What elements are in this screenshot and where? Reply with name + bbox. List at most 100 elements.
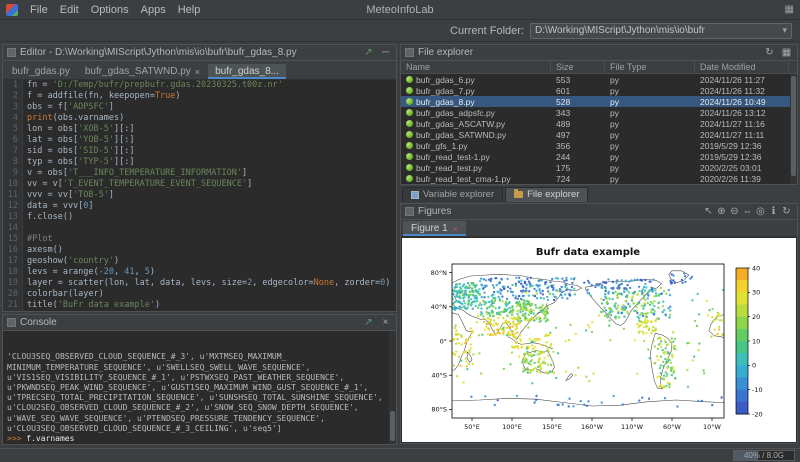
table-row[interactable]: bufr_gdas_7.py601py2024/11/26 11:32 [401, 85, 797, 96]
python-file-icon [406, 131, 413, 138]
console-output-line: u'CLOU3SEQ_OBSERVED_CLOUD_SEQUENCE_#_3_C… [7, 424, 386, 434]
dropdown-arrow-icon[interactable]: ▾ [782, 25, 787, 36]
svg-text:100°E: 100°E [502, 423, 522, 431]
pan-icon[interactable]: ⇔ [741, 206, 754, 217]
view-mode-icon[interactable]: ▦ [780, 47, 793, 58]
menu-edit[interactable]: Edit [54, 3, 85, 17]
tab-close-icon[interactable]: × [195, 67, 200, 77]
table-row[interactable]: bufr_gdas_SATWND.py497py2024/11/27 11:11 [401, 129, 797, 140]
code-text [23, 223, 27, 234]
code-text: typ = obs['TYP-5'][:] [23, 157, 135, 168]
refresh-icon[interactable]: ↻ [763, 47, 776, 58]
menu-options[interactable]: Options [85, 3, 135, 17]
code-text: vv = v['T_EVENT_TEMPERATURE_EVENT_SEQUEN… [23, 179, 252, 190]
line-number: 8 [3, 157, 23, 168]
table-row[interactable]: bufr_read_test.py175py2020/2/25 03:01 [401, 162, 797, 173]
file-size-cell: 356 [551, 141, 605, 151]
code-editor[interactable]: 1fn = 'D:/Temp/bufr/prepbufr.gdas.202303… [3, 80, 396, 311]
svg-text:10: 10 [752, 337, 760, 345]
file-name-cell: bufr_gdas_6.py [401, 75, 551, 85]
zoom-in-icon[interactable]: ⊕ [715, 206, 728, 217]
table-row[interactable]: bufr_gdas_adpsfc.py343py2024/11/26 13:12 [401, 107, 797, 118]
file-type-cell: py [605, 119, 695, 129]
explorer-tab-label: File explorer [527, 189, 579, 200]
zoom-out-icon[interactable]: ⊖ [728, 206, 741, 217]
file-table-body: bufr_gdas_6.py553py2024/11/26 11:27bufr_… [401, 74, 797, 184]
line-number: 14 [3, 223, 23, 234]
float-panel-icon[interactable]: ↗ [362, 47, 375, 58]
figures-header: Figures ↖⊕⊖⇔◎ℹ↻ [401, 204, 797, 220]
editor-title: Editor - D:\Working\MIScript\Jython\mis\… [20, 47, 297, 58]
editor-tab[interactable]: bufr_gdas_SATWND.py× [78, 64, 207, 79]
file-table-scrollbar-thumb[interactable] [791, 76, 796, 176]
file-date-cell: 2020/2/25 03:01 [695, 163, 789, 173]
line-number: 4 [3, 113, 23, 124]
console-scrollbar[interactable] [389, 331, 396, 444]
figure-tab-close-icon[interactable]: × [453, 224, 458, 234]
menu-help[interactable]: Help [172, 3, 207, 17]
bufr-map-svg: Bufr data example50°E100°E150°E160°W110°… [402, 238, 796, 442]
python-file-icon [406, 153, 413, 160]
table-row[interactable]: bufr_gdas_8.py528py2024/11/26 10:49 [401, 96, 797, 107]
file-explorer-panel: File explorer ↻ ▦ NameSizeFile TypeDate … [400, 44, 798, 185]
line-number: 10 [3, 179, 23, 190]
refresh-icon[interactable]: ↻ [780, 206, 793, 217]
minimize-panel-icon[interactable]: ─ [379, 47, 392, 58]
console-scrollbar-thumb[interactable] [390, 411, 395, 441]
table-row[interactable]: bufr_gdas_ASCATW.py489py2024/11/27 11:16 [401, 118, 797, 129]
menu-file[interactable]: File [24, 3, 54, 17]
file-name: bufr_gdas_ASCATW.py [416, 119, 505, 129]
current-folder-combo[interactable]: D:\Working\MIScript\Jython\mis\io\bufr ▾ [530, 23, 792, 39]
figures-title: Figures [418, 206, 451, 217]
column-header-size[interactable]: Size [551, 61, 605, 73]
table-row[interactable]: bufr_read_test-1.py244py2019/5/29 12:36 [401, 151, 797, 162]
grid-icon [411, 191, 419, 199]
column-header-date-modified[interactable]: Date Modified [695, 61, 789, 73]
tab-file-explorer[interactable]: File explorer [505, 187, 588, 202]
editor-tab[interactable]: bufr_gdas_8... [208, 64, 286, 79]
file-date-cell: 2024/11/26 13:12 [695, 108, 789, 118]
figures-panel: Figures ↖⊕⊖⇔◎ℹ↻ Figure 1 × Bufr data exa… [400, 203, 798, 444]
window-menu-icon[interactable]: ▦ [785, 4, 794, 15]
table-row[interactable]: bufr_read_test_cma-1.py724py2020/2/26 11… [401, 173, 797, 184]
svg-text:40°S: 40°S [431, 372, 447, 380]
file-size-cell: 601 [551, 86, 605, 96]
menu-apps[interactable]: Apps [135, 3, 172, 17]
column-header-file-type[interactable]: File Type [605, 61, 695, 73]
console-close-icon[interactable]: × [379, 317, 392, 328]
map-figure[interactable]: Bufr data example50°E100°E150°E160°W110°… [402, 238, 796, 442]
tab-variable-explorer[interactable]: Variable explorer [402, 187, 503, 202]
python-file-icon [406, 76, 413, 83]
file-table-scrollbar[interactable] [790, 74, 797, 184]
svg-text:60°W: 60°W [663, 423, 682, 431]
console-float-icon[interactable]: ↗ [362, 317, 375, 328]
code-line: 11vvv = vv['TOB-5'] [3, 190, 396, 201]
select-icon[interactable]: ↖ [702, 206, 715, 217]
python-file-icon [406, 175, 413, 182]
code-text: title('BuFr data example') [23, 300, 160, 311]
memory-indicator[interactable]: 40% / 8.0G [733, 450, 795, 461]
file-size-cell: 553 [551, 75, 605, 85]
file-table-header: NameSizeFile TypeDate Modified [401, 61, 797, 74]
file-name: bufr_gdas_8.py [416, 97, 475, 107]
file-name: bufr_gdas_adpsfc.py [416, 108, 495, 118]
line-number: 19 [3, 278, 23, 289]
globe-icon[interactable]: ◎ [754, 206, 767, 217]
code-line: 9v = obs['T___INFO_TEMPERATURE_INFORMATI… [3, 168, 396, 179]
explorer-tab-bar: Variable explorer File explorer [400, 186, 798, 202]
figure-tab[interactable]: Figure 1 × [403, 221, 466, 236]
code-line: 18levs = arange(-20, 41, 5) [3, 267, 396, 278]
file-name: bufr_gfs_1.py [416, 141, 468, 151]
info-icon[interactable]: ℹ [767, 206, 780, 217]
table-row[interactable]: bufr_gdas_6.py553py2024/11/26 11:27 [401, 74, 797, 85]
column-header-name[interactable]: Name [401, 61, 551, 73]
file-name: bufr_gdas_SATWND.py [416, 130, 506, 140]
code-text: layer = scatter(lon, lat, data, levs, si… [23, 278, 390, 289]
console-output[interactable]: 'CLOU3SEQ_OBSERVED_CLOUD_SEQUENCE_#_3', … [3, 331, 396, 444]
editor-tab[interactable]: bufr_gdas.py [5, 64, 77, 79]
file-name-cell: bufr_read_test-1.py [401, 152, 551, 162]
file-explorer-title: File explorer [418, 47, 473, 58]
line-number: 5 [3, 124, 23, 135]
code-text: axesm() [23, 245, 63, 256]
table-row[interactable]: bufr_gfs_1.py356py2019/5/29 12:36 [401, 140, 797, 151]
